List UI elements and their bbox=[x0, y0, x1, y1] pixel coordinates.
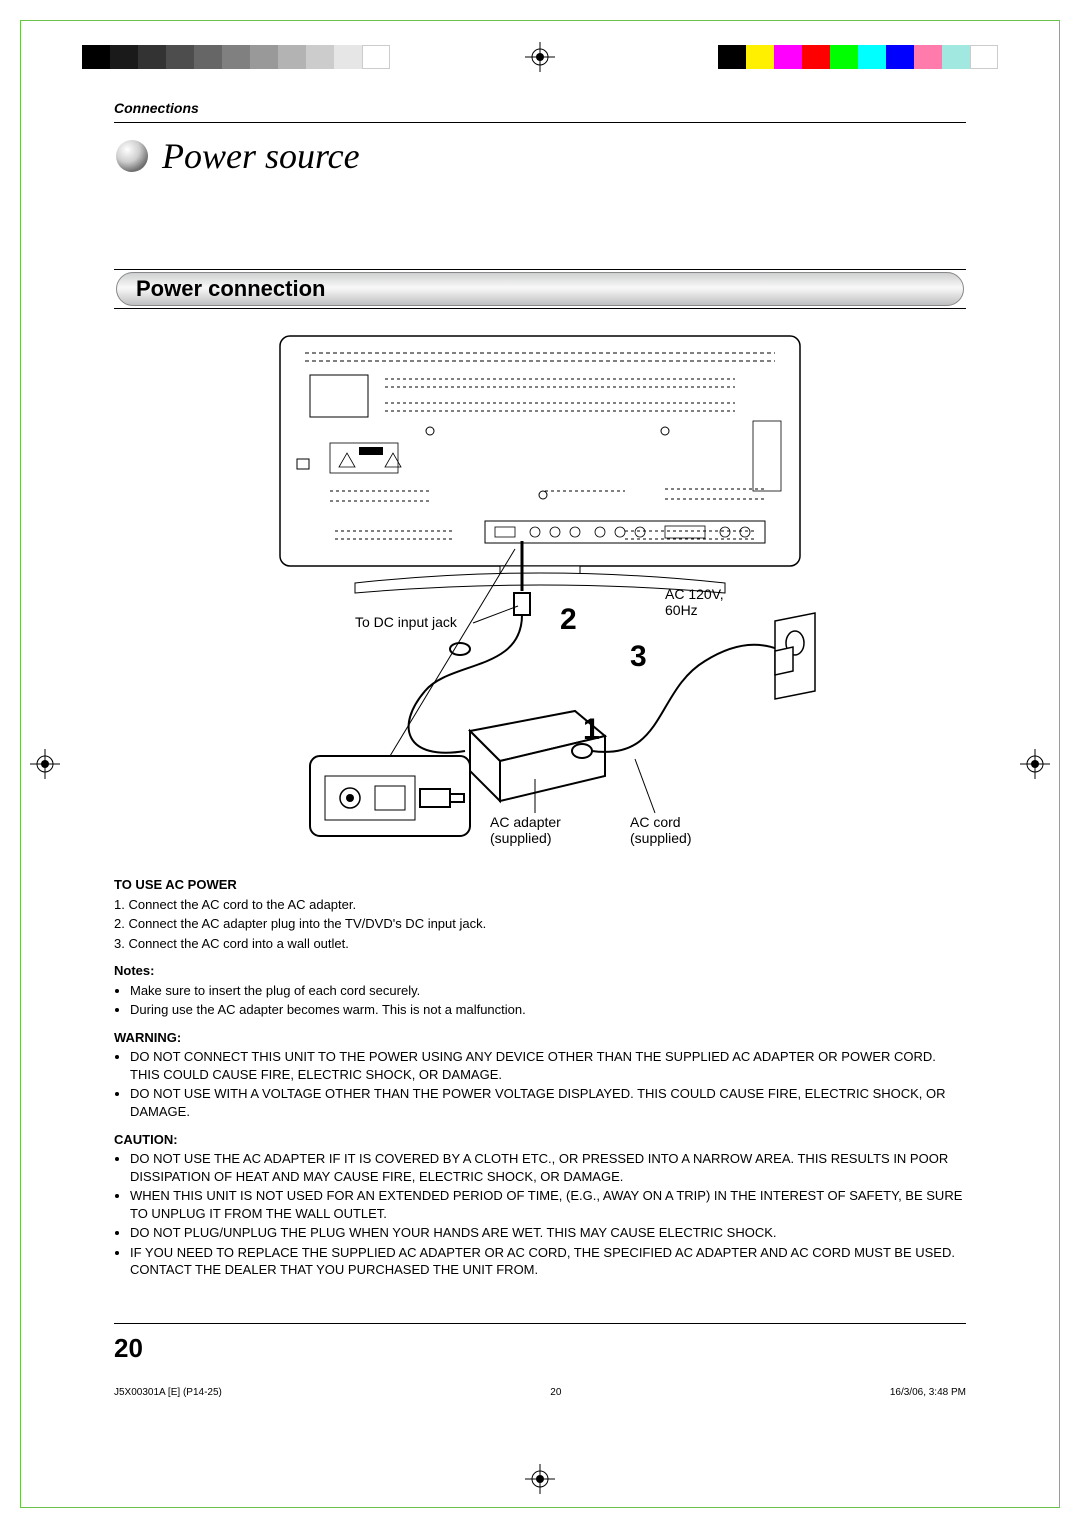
subsection-header: Power connection bbox=[114, 269, 966, 309]
note-item: Make sure to insert the plug of each cor… bbox=[130, 982, 966, 1000]
callout-two: 2 bbox=[560, 603, 577, 636]
dc-input-label: To DC input jack bbox=[355, 614, 458, 630]
footer-page-num: 20 bbox=[550, 1387, 561, 1398]
warning-item: DO NOT CONNECT THIS UNIT TO THE POWER US… bbox=[130, 1048, 966, 1083]
svg-text:(supplied): (supplied) bbox=[630, 830, 691, 846]
to-use-heading: TO USE AC POWER bbox=[114, 876, 966, 894]
registration-mark-icon bbox=[525, 1464, 555, 1494]
caution-item: DO NOT PLUG/UNPLUG THE PLUG WHEN YOUR HA… bbox=[130, 1224, 966, 1242]
section-label: Connections bbox=[114, 100, 966, 116]
registration-mark-icon bbox=[525, 42, 555, 72]
svg-text:(supplied): (supplied) bbox=[490, 830, 551, 846]
power-connection-diagram: 2 3 1 To DC input jack AC 120V, 60Hz AC … bbox=[235, 331, 845, 856]
callout-one: 1 bbox=[583, 713, 600, 746]
footer-meta: J5X00301A [E] (P14-25) 20 16/3/06, 3:48 … bbox=[114, 1387, 966, 1398]
divider bbox=[114, 122, 966, 123]
warning-item: DO NOT USE WITH A VOLTAGE OTHER THAN THE… bbox=[130, 1085, 966, 1120]
callout-three: 3 bbox=[630, 640, 647, 673]
caution-heading: CAUTION: bbox=[114, 1131, 966, 1149]
color-swatches bbox=[718, 45, 998, 69]
subsection-title: Power connection bbox=[136, 276, 325, 302]
registration-mark-icon bbox=[1020, 749, 1050, 779]
footer-timestamp: 16/3/06, 3:48 PM bbox=[890, 1387, 966, 1398]
page-title-row: Power source bbox=[114, 135, 966, 177]
ac-spec-label: AC 120V, bbox=[665, 586, 724, 602]
note-item: During use the AC adapter becomes warm. … bbox=[130, 1001, 966, 1019]
caution-item: DO NOT USE THE AC ADAPTER IF IT IS COVER… bbox=[130, 1150, 966, 1185]
sphere-bullet-icon bbox=[114, 138, 150, 174]
divider bbox=[114, 1323, 966, 1324]
page-content: Connections Power source Power connectio… bbox=[114, 100, 966, 1420]
warning-heading: WARNING: bbox=[114, 1029, 966, 1047]
notes-list: Make sure to insert the plug of each cor… bbox=[114, 982, 966, 1019]
registration-mark-icon bbox=[30, 749, 60, 779]
svg-text:60Hz: 60Hz bbox=[665, 602, 698, 618]
caution-list: DO NOT USE THE AC ADAPTER IF IT IS COVER… bbox=[114, 1150, 966, 1279]
grayscale-swatches bbox=[82, 45, 390, 69]
instructions-block: TO USE AC POWER 1. Connect the AC cord t… bbox=[114, 876, 966, 1279]
warning-list: DO NOT CONNECT THIS UNIT TO THE POWER US… bbox=[114, 1048, 966, 1120]
step-2: 2. Connect the AC adapter plug into the … bbox=[114, 915, 966, 933]
ac-cord-label: AC cord bbox=[630, 814, 681, 830]
ac-adapter-label: AC adapter bbox=[490, 814, 561, 830]
step-3: 3. Connect the AC cord into a wall outle… bbox=[114, 935, 966, 953]
caution-item: WHEN THIS UNIT IS NOT USED FOR AN EXTEND… bbox=[130, 1187, 966, 1222]
page-number: 20 bbox=[114, 1333, 143, 1364]
caution-item: IF YOU NEED TO REPLACE THE SUPPLIED AC A… bbox=[130, 1244, 966, 1279]
doc-code: J5X00301A [E] (P14-25) bbox=[114, 1387, 222, 1398]
step-1: 1. Connect the AC cord to the AC adapter… bbox=[114, 896, 966, 914]
notes-heading: Notes: bbox=[114, 962, 966, 980]
page-title: Power source bbox=[162, 135, 360, 177]
